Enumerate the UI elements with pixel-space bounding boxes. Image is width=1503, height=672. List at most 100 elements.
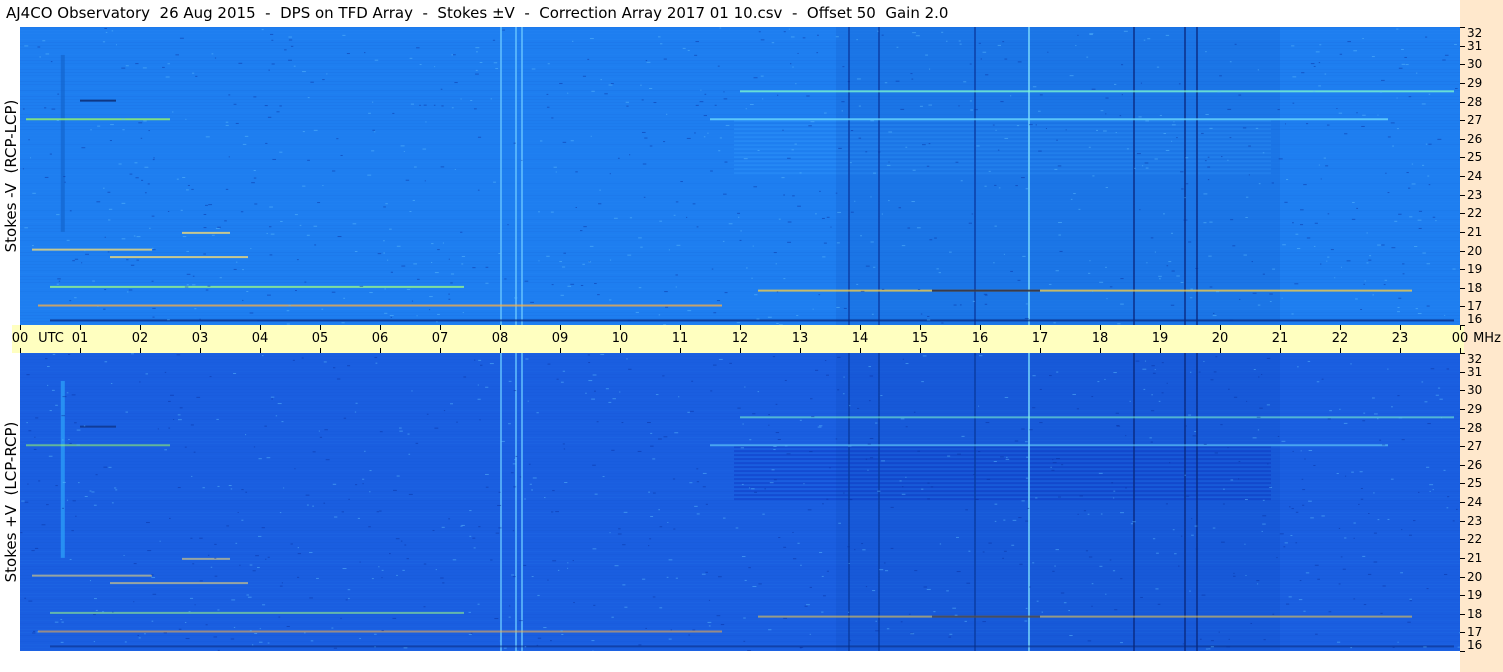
rfi-streak <box>932 289 1040 292</box>
noise-speckle <box>1105 593 1107 595</box>
rfi-streak <box>32 574 152 577</box>
noise-speckle <box>794 143 797 145</box>
noise-speckle <box>728 223 733 225</box>
noise-speckle <box>783 194 785 196</box>
noise-speckle <box>416 315 418 317</box>
noise-speckle <box>1443 573 1448 575</box>
freq-tick <box>1460 408 1465 410</box>
noise-speckle <box>1397 395 1400 397</box>
hour-label: 10 <box>611 331 629 346</box>
noise-speckle <box>530 301 534 303</box>
noise-speckle <box>1377 244 1381 246</box>
noise-speckle <box>184 621 187 623</box>
noise-speckle <box>930 486 934 488</box>
noise-speckle <box>1199 638 1202 640</box>
noise-speckle <box>638 644 642 646</box>
noise-speckle <box>209 376 212 378</box>
noise-speckle <box>518 620 523 622</box>
hour-tick <box>1340 348 1341 353</box>
noise-speckle <box>646 61 651 63</box>
noise-speckle <box>1056 458 1060 460</box>
noise-speckle <box>1119 115 1122 117</box>
freq-tick <box>1460 269 1465 271</box>
noise-speckle <box>323 502 326 504</box>
noise-speckle <box>225 121 229 123</box>
noise-speckle <box>1439 398 1443 400</box>
noise-speckle <box>982 51 987 53</box>
noise-speckle <box>1194 431 1197 433</box>
noise-speckle <box>249 564 253 566</box>
noise-speckle <box>972 300 976 302</box>
noise-speckle <box>986 478 991 480</box>
noise-speckle <box>288 59 292 61</box>
noise-speckle <box>140 137 143 139</box>
noise-speckle <box>604 93 608 95</box>
hour-tick <box>380 348 381 353</box>
noise-speckle <box>968 222 972 224</box>
noise-speckle <box>1161 392 1164 394</box>
noise-speckle <box>848 499 853 501</box>
noise-speckle <box>24 501 29 503</box>
noise-speckle <box>1191 534 1194 536</box>
noise-speckle <box>1151 394 1153 396</box>
noise-speckle <box>1069 75 1074 77</box>
noise-speckle <box>440 577 444 579</box>
noise-speckle <box>1171 124 1176 126</box>
noise-speckle <box>1024 317 1029 319</box>
interference-line <box>1184 353 1186 651</box>
noise-speckle <box>868 400 871 402</box>
noise-speckle <box>124 641 127 643</box>
noise-speckle <box>1398 297 1402 299</box>
noise-speckle <box>605 388 609 390</box>
noise-speckle <box>1002 41 1005 43</box>
noise-speckle <box>451 107 454 109</box>
noise-speckle <box>228 94 231 96</box>
noise-speckle <box>871 313 874 315</box>
noise-speckle <box>369 292 373 294</box>
noise-speckle <box>322 184 324 186</box>
noise-speckle <box>848 562 850 564</box>
noise-speckle <box>959 304 962 306</box>
hour-tick <box>860 348 861 353</box>
bottom-ylabel-text: Stokes +V (LCP-RCP) <box>2 421 20 583</box>
noise-speckle <box>379 431 383 433</box>
noise-speckle <box>1379 439 1382 441</box>
noise-speckle <box>211 234 215 236</box>
noise-speckle <box>1255 127 1259 129</box>
noise-speckle <box>1089 33 1094 35</box>
hour-label: 04 <box>251 331 269 346</box>
noise-speckle <box>245 491 248 493</box>
noise-speckle <box>819 552 823 554</box>
noise-speckle <box>1397 306 1400 308</box>
noise-speckle <box>1158 400 1161 402</box>
noise-speckle <box>1025 303 1028 305</box>
noise-speckle <box>271 398 274 400</box>
noise-speckle <box>1437 387 1441 389</box>
noise-speckle <box>782 129 784 131</box>
noise-speckle <box>1161 362 1164 364</box>
noise-speckle <box>773 252 777 254</box>
noise-speckle <box>306 504 309 506</box>
noise-speckle <box>213 636 218 638</box>
noise-speckle <box>176 354 181 356</box>
noise-speckle <box>265 142 268 144</box>
noise-speckle <box>807 509 812 511</box>
noise-speckle <box>1292 76 1297 78</box>
noise-speckle <box>1154 158 1158 160</box>
noise-speckle <box>939 543 942 545</box>
noise-speckle <box>784 445 788 447</box>
noise-speckle <box>745 108 747 110</box>
hour-label: 00 <box>1451 331 1469 346</box>
noise-speckle <box>184 286 189 288</box>
noise-speckle <box>321 308 324 310</box>
noise-speckle <box>477 136 482 138</box>
noise-speckle <box>242 143 247 145</box>
noise-speckle <box>1454 43 1457 45</box>
noise-speckle <box>144 633 146 635</box>
noise-speckle <box>1390 122 1395 124</box>
noise-speckle <box>571 40 574 42</box>
noise-speckle <box>437 249 440 251</box>
freq-tick-label: 22 <box>1467 532 1483 547</box>
noise-speckle <box>192 284 196 286</box>
noise-speckle <box>1003 253 1005 255</box>
